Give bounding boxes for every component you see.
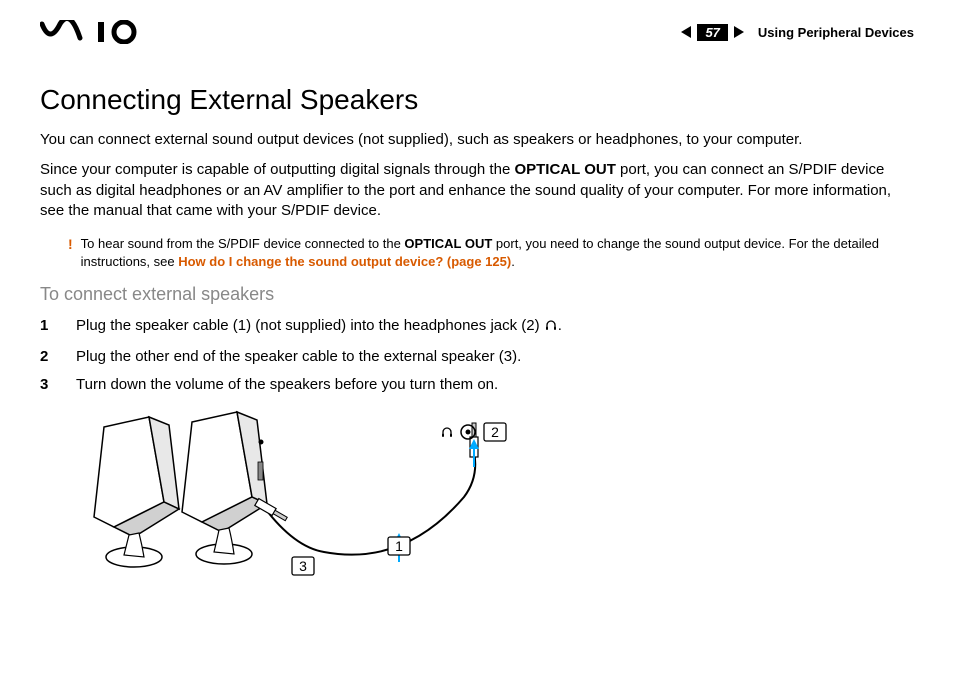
note-link[interactable]: How do I change the sound output device?… — [178, 254, 511, 269]
para2-bold: OPTICAL OUT — [514, 161, 615, 178]
step-2-text: Plug the other end of the speaker cable … — [76, 348, 521, 365]
step-3-text: Turn down the volume of the speakers bef… — [76, 376, 498, 393]
step-2: Plug the other end of the speaker cable … — [40, 346, 914, 369]
headphones-icon — [544, 317, 558, 340]
prev-page-arrow-icon[interactable] — [681, 26, 691, 38]
intro-paragraph-1: You can connect external sound output de… — [40, 130, 914, 150]
step-1: Plug the speaker cable (1) (not supplied… — [40, 315, 914, 340]
vaio-logo — [40, 20, 150, 44]
intro-paragraph-2: Since your computer is capable of output… — [40, 160, 914, 221]
step-1-text: Plug the speaker cable (1) (not supplied… — [76, 317, 544, 334]
note-text-a: To hear sound from the S/PDIF device con… — [81, 236, 405, 251]
procedure-subheading: To connect external speakers — [40, 284, 914, 305]
next-page-arrow-icon[interactable] — [734, 26, 744, 38]
page-content: Connecting External Speakers You can con… — [40, 84, 914, 602]
diagram-label-1: 1 — [395, 538, 403, 554]
step-3: Turn down the volume of the speakers bef… — [40, 374, 914, 397]
para2-text-a: Since your computer is capable of output… — [40, 161, 514, 178]
header-nav: 57 Using Peripheral Devices — [681, 24, 914, 41]
step-1-text-end: . — [558, 317, 562, 334]
caution-note: ! To hear sound from the S/PDIF device c… — [68, 235, 914, 270]
page-header: 57 Using Peripheral Devices — [40, 20, 914, 44]
note-bold: OPTICAL OUT — [404, 236, 492, 251]
diagram-label-2: 2 — [491, 424, 499, 440]
section-title[interactable]: Using Peripheral Devices — [758, 25, 914, 40]
diagram-label-3: 3 — [299, 558, 307, 574]
warning-icon: ! — [68, 235, 73, 270]
connection-diagram: 3 1 — [64, 407, 914, 602]
page-number-badge: 57 — [697, 24, 727, 41]
note-text: To hear sound from the S/PDIF device con… — [81, 235, 914, 270]
steps-list: Plug the speaker cable (1) (not supplied… — [40, 315, 914, 397]
note-text-c: . — [511, 254, 515, 269]
page-title: Connecting External Speakers — [40, 84, 914, 116]
